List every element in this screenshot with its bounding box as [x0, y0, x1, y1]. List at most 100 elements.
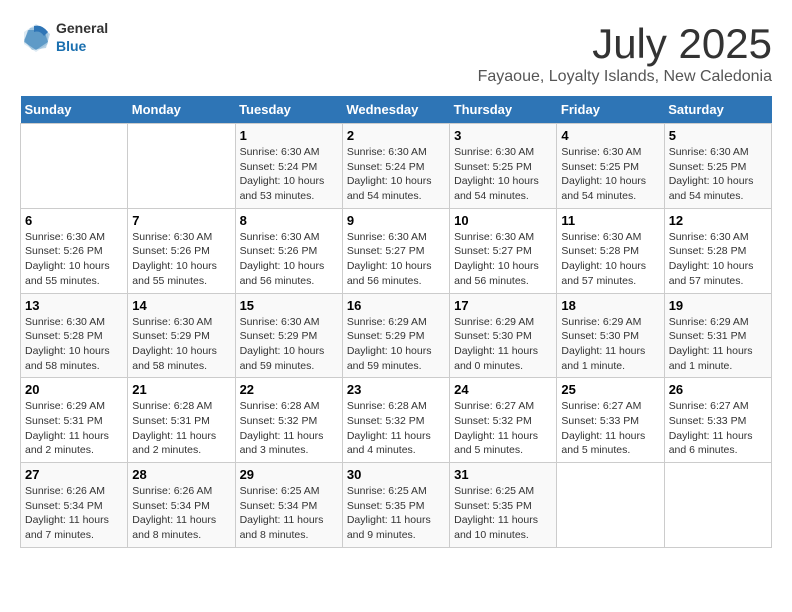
day-info: Sunrise: 6:30 AM Sunset: 5:29 PM Dayligh… [240, 315, 338, 374]
logo-blue: Blue [56, 38, 86, 54]
day-info: Sunrise: 6:25 AM Sunset: 5:35 PM Dayligh… [347, 484, 445, 543]
logo-icon [20, 22, 52, 54]
calendar-cell: 7Sunrise: 6:30 AM Sunset: 5:26 PM Daylig… [128, 208, 235, 293]
calendar-cell: 23 Sunrise: 6:28 AM Sunset: 5:32 PM Dayli… [342, 378, 449, 463]
logo: General Blue [20, 20, 108, 55]
day-info: Sunrise: 6:30 AM Sunset: 5:28 PM Dayligh… [669, 230, 767, 289]
day-info: Sunrise: 6:30 AM Sunset: 5:24 PM Dayligh… [347, 145, 445, 204]
day-number: 13 [25, 298, 123, 313]
day-number: 20 [25, 382, 123, 397]
calendar-cell [21, 124, 128, 209]
weekday-header-tuesday: Tuesday [235, 96, 342, 124]
day-info: Sunrise: 6:29 AM Sunset: 5:31 PM Dayligh… [669, 315, 767, 374]
weekday-header-thursday: Thursday [450, 96, 557, 124]
calendar-cell: 5 Sunrise: 6:30 AM Sunset: 5:25 PM Daylig… [664, 124, 771, 209]
calendar-cell: 10 Sunrise: 6:30 AM Sunset: 5:27 PM Dayli… [450, 208, 557, 293]
day-number: 19 [669, 298, 767, 313]
day-number: 26 [669, 382, 767, 397]
weekday-header-monday: Monday [128, 96, 235, 124]
location-title: Fayaoue, Loyalty Islands, New Caledonia [478, 68, 772, 86]
day-info: Sunrise: 6:28 AM Sunset: 5:32 PM Dayligh… [347, 399, 445, 458]
day-info: Sunrise: 6:27 AM Sunset: 5:33 PM Dayligh… [561, 399, 659, 458]
calendar-cell: 19 Sunrise: 6:29 AM Sunset: 5:31 PM Dayli… [664, 293, 771, 378]
day-info: Sunrise: 6:25 AM Sunset: 5:35 PM Dayligh… [454, 484, 552, 543]
calendar-header: SundayMondayTuesdayWednesdayThursdayFrid… [21, 96, 772, 124]
calendar-cell: 18Sunrise: 6:29 AM Sunset: 5:30 PM Dayli… [557, 293, 664, 378]
week-row-3: 13Sunrise: 6:30 AM Sunset: 5:28 PM Dayli… [21, 293, 772, 378]
calendar-cell: 2Sunrise: 6:30 AM Sunset: 5:24 PM Daylig… [342, 124, 449, 209]
day-info: Sunrise: 6:28 AM Sunset: 5:31 PM Dayligh… [132, 399, 230, 458]
day-info: Sunrise: 6:30 AM Sunset: 5:25 PM Dayligh… [669, 145, 767, 204]
week-row-1: 1Sunrise: 6:30 AM Sunset: 5:24 PM Daylig… [21, 124, 772, 209]
calendar-body: 1Sunrise: 6:30 AM Sunset: 5:24 PM Daylig… [21, 124, 772, 548]
day-info: Sunrise: 6:30 AM Sunset: 5:26 PM Dayligh… [25, 230, 123, 289]
day-info: Sunrise: 6:25 AM Sunset: 5:34 PM Dayligh… [240, 484, 338, 543]
weekday-header-friday: Friday [557, 96, 664, 124]
calendar-cell: 13Sunrise: 6:30 AM Sunset: 5:28 PM Dayli… [21, 293, 128, 378]
day-number: 14 [132, 298, 230, 313]
day-number: 28 [132, 467, 230, 482]
calendar-cell: 29Sunrise: 6:25 AM Sunset: 5:34 PM Dayli… [235, 463, 342, 548]
day-number: 25 [561, 382, 659, 397]
calendar-cell: 12 Sunrise: 6:30 AM Sunset: 5:28 PM Dayli… [664, 208, 771, 293]
logo-general: General [56, 20, 108, 36]
calendar-cell: 3Sunrise: 6:30 AM Sunset: 5:25 PM Daylig… [450, 124, 557, 209]
day-info: Sunrise: 6:28 AM Sunset: 5:32 PM Dayligh… [240, 399, 338, 458]
day-info: Sunrise: 6:26 AM Sunset: 5:34 PM Dayligh… [132, 484, 230, 543]
calendar-table: SundayMondayTuesdayWednesdayThursdayFrid… [20, 96, 772, 548]
day-number: 4 [561, 128, 659, 143]
calendar-cell: 26 Sunrise: 6:27 AM Sunset: 5:33 PM Dayli… [664, 378, 771, 463]
day-number: 31 [454, 467, 552, 482]
calendar-cell: 20 Sunrise: 6:29 AM Sunset: 5:31 PM Dayli… [21, 378, 128, 463]
day-info: Sunrise: 6:30 AM Sunset: 5:27 PM Dayligh… [454, 230, 552, 289]
day-info: Sunrise: 6:30 AM Sunset: 5:25 PM Dayligh… [454, 145, 552, 204]
calendar-cell: 30 Sunrise: 6:25 AM Sunset: 5:35 PM Dayli… [342, 463, 449, 548]
calendar-cell [128, 124, 235, 209]
calendar-cell: 9 Sunrise: 6:30 AM Sunset: 5:27 PM Daylig… [342, 208, 449, 293]
day-number: 21 [132, 382, 230, 397]
day-number: 17 [454, 298, 552, 313]
calendar-cell: 6Sunrise: 6:30 AM Sunset: 5:26 PM Daylig… [21, 208, 128, 293]
day-number: 22 [240, 382, 338, 397]
day-info: Sunrise: 6:29 AM Sunset: 5:30 PM Dayligh… [454, 315, 552, 374]
calendar-cell: 4 Sunrise: 6:30 AM Sunset: 5:25 PM Daylig… [557, 124, 664, 209]
weekday-header-saturday: Saturday [664, 96, 771, 124]
day-number: 5 [669, 128, 767, 143]
day-number: 27 [25, 467, 123, 482]
day-number: 16 [347, 298, 445, 313]
day-info: Sunrise: 6:30 AM Sunset: 5:29 PM Dayligh… [132, 315, 230, 374]
weekday-row: SundayMondayTuesdayWednesdayThursdayFrid… [21, 96, 772, 124]
day-info: Sunrise: 6:30 AM Sunset: 5:26 PM Dayligh… [132, 230, 230, 289]
calendar-cell: 11 Sunrise: 6:30 AM Sunset: 5:28 PM Dayli… [557, 208, 664, 293]
calendar-cell: 31 Sunrise: 6:25 AM Sunset: 5:35 PM Dayli… [450, 463, 557, 548]
calendar-cell: 27 Sunrise: 6:26 AM Sunset: 5:34 PM Dayli… [21, 463, 128, 548]
day-info: Sunrise: 6:30 AM Sunset: 5:25 PM Dayligh… [561, 145, 659, 204]
day-info: Sunrise: 6:27 AM Sunset: 5:33 PM Dayligh… [669, 399, 767, 458]
day-info: Sunrise: 6:26 AM Sunset: 5:34 PM Dayligh… [25, 484, 123, 543]
day-info: Sunrise: 6:29 AM Sunset: 5:31 PM Dayligh… [25, 399, 123, 458]
calendar-cell: 24Sunrise: 6:27 AM Sunset: 5:32 PM Dayli… [450, 378, 557, 463]
day-number: 18 [561, 298, 659, 313]
week-row-2: 6Sunrise: 6:30 AM Sunset: 5:26 PM Daylig… [21, 208, 772, 293]
calendar-cell: 8Sunrise: 6:30 AM Sunset: 5:26 PM Daylig… [235, 208, 342, 293]
month-title: July 2025 [478, 20, 772, 68]
title-area: July 2025 Fayaoue, Loyalty Islands, New … [478, 20, 772, 86]
day-info: Sunrise: 6:27 AM Sunset: 5:32 PM Dayligh… [454, 399, 552, 458]
day-number: 12 [669, 213, 767, 228]
day-number: 8 [240, 213, 338, 228]
day-number: 23 [347, 382, 445, 397]
logo-text: General Blue [56, 20, 108, 55]
day-number: 30 [347, 467, 445, 482]
day-number: 10 [454, 213, 552, 228]
header: General Blue July 2025 Fayaoue, Loyalty … [20, 20, 772, 86]
weekday-header-sunday: Sunday [21, 96, 128, 124]
day-number: 11 [561, 213, 659, 228]
day-number: 9 [347, 213, 445, 228]
week-row-5: 27 Sunrise: 6:26 AM Sunset: 5:34 PM Dayli… [21, 463, 772, 548]
day-info: Sunrise: 6:29 AM Sunset: 5:29 PM Dayligh… [347, 315, 445, 374]
day-info: Sunrise: 6:30 AM Sunset: 5:27 PM Dayligh… [347, 230, 445, 289]
day-info: Sunrise: 6:30 AM Sunset: 5:28 PM Dayligh… [561, 230, 659, 289]
calendar-cell: 14 Sunrise: 6:30 AM Sunset: 5:29 PM Dayli… [128, 293, 235, 378]
week-row-4: 20 Sunrise: 6:29 AM Sunset: 5:31 PM Dayli… [21, 378, 772, 463]
day-info: Sunrise: 6:30 AM Sunset: 5:24 PM Dayligh… [240, 145, 338, 204]
